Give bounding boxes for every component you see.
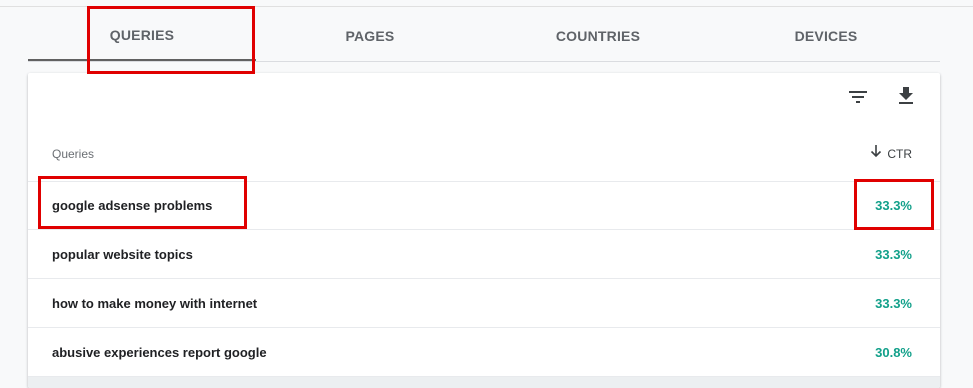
query-text: google adsense problems bbox=[52, 198, 213, 213]
queries-column-header[interactable]: Queries bbox=[52, 147, 94, 161]
table-row[interactable]: abusive experiences report google 30.8% bbox=[28, 328, 940, 377]
ctr-value: 30.8% bbox=[875, 345, 912, 360]
table-row[interactable]: google adsense problems 33.3% bbox=[28, 181, 940, 230]
tab-countries[interactable]: COUNTRIES bbox=[484, 13, 712, 61]
table-body: google adsense problems 33.3% popular we… bbox=[28, 181, 940, 377]
query-text: how to make money with internet bbox=[52, 296, 258, 311]
tab-devices[interactable]: DEVICES bbox=[712, 13, 940, 61]
table-row[interactable]: popular website topics 33.3% bbox=[28, 230, 940, 279]
table-footer-band bbox=[28, 377, 940, 388]
ctr-value: 33.3% bbox=[875, 247, 912, 262]
tab-queries[interactable]: QUERIES bbox=[28, 13, 256, 61]
query-text: popular website topics bbox=[52, 247, 193, 262]
query-text: abusive experiences report google bbox=[52, 345, 267, 360]
download-icon[interactable] bbox=[894, 84, 918, 108]
top-divider bbox=[0, 0, 973, 7]
ctr-value: 33.3% bbox=[875, 296, 912, 311]
tab-pages[interactable]: PAGES bbox=[256, 13, 484, 61]
ctr-value: 33.3% bbox=[875, 198, 912, 213]
filter-icon[interactable] bbox=[846, 85, 870, 109]
report-tabs: QUERIES PAGES COUNTRIES DEVICES bbox=[28, 13, 940, 62]
ctr-column-header[interactable]: CTR bbox=[887, 147, 912, 161]
arrow-down-icon bbox=[868, 143, 884, 159]
table-header: Queries CTR bbox=[28, 131, 940, 182]
table-row[interactable]: how to make money with internet 33.3% bbox=[28, 279, 940, 328]
queries-table-card: Queries CTR google adsense problems 33.3… bbox=[28, 73, 940, 388]
